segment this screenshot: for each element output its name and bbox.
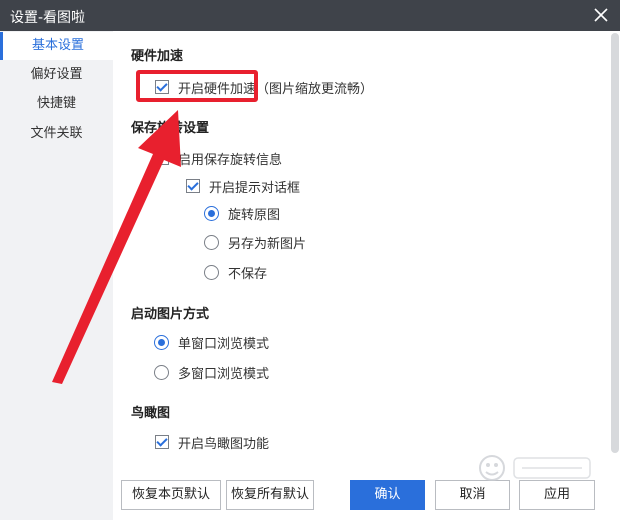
- radio-multi-window[interactable]: 多窗口浏览模式: [154, 363, 270, 382]
- checkbox-box[interactable]: [186, 179, 200, 193]
- section-rotate-title: 保存旋转设置: [131, 121, 210, 136]
- radio-button[interactable]: [204, 234, 219, 250]
- checkbox-box[interactable]: [155, 435, 169, 449]
- restore-page-defaults-button[interactable]: 恢复本页默认: [121, 480, 221, 510]
- radio-button[interactable]: [204, 205, 219, 221]
- title-bar: 设置-看图啦: [0, 0, 620, 31]
- scrollbar[interactable]: [611, 33, 619, 453]
- checkbox-box[interactable]: [155, 80, 169, 94]
- radio-save-new-label: 另存为新图片: [228, 236, 307, 252]
- close-icon[interactable]: [592, 6, 610, 24]
- save-rotate-checkbox[interactable]: 启用保存旋转信息: [155, 149, 283, 168]
- hardware-accel-checkbox[interactable]: 开启硬件加速（图片缩放更流畅）: [155, 78, 374, 97]
- sidebar-item-preference[interactable]: 偏好设置: [0, 61, 113, 89]
- cancel-button[interactable]: 取消: [435, 480, 510, 510]
- radio-rotate-original-label: 旋转原图: [228, 207, 281, 223]
- sidebar: 基本设置 偏好设置 快捷键 文件关联: [0, 31, 113, 520]
- radio-single-window[interactable]: 单窗口浏览模式: [154, 333, 270, 352]
- checkbox-box[interactable]: [155, 151, 169, 165]
- birdview-label: 开启鸟瞰图功能: [178, 436, 270, 452]
- sidebar-item-file-assoc[interactable]: 文件关联: [0, 120, 113, 148]
- confirm-button[interactable]: 确认: [350, 480, 425, 510]
- prompt-dialog-label: 开启提示对话框: [209, 180, 301, 196]
- section-birdview-title: 鸟瞰图: [131, 406, 171, 421]
- section-launch-title: 启动图片方式: [131, 307, 210, 322]
- radio-multi-window-label: 多窗口浏览模式: [178, 366, 270, 382]
- radio-no-save[interactable]: 不保存: [204, 263, 268, 282]
- settings-panel: 硬件加速 开启硬件加速（图片缩放更流畅） 保存旋转设置 启用保存旋转信息 开启提…: [113, 31, 620, 520]
- save-rotate-label: 启用保存旋转信息: [178, 152, 283, 168]
- prompt-dialog-checkbox[interactable]: 开启提示对话框: [186, 177, 301, 196]
- restore-all-defaults-button[interactable]: 恢复所有默认: [226, 480, 314, 510]
- radio-no-save-label: 不保存: [228, 266, 268, 282]
- radio-single-window-label: 单窗口浏览模式: [178, 336, 270, 352]
- radio-button[interactable]: [154, 334, 169, 350]
- birdview-checkbox[interactable]: 开启鸟瞰图功能: [155, 433, 270, 452]
- window-title: 设置-看图啦: [10, 10, 86, 26]
- sidebar-item-shortcuts[interactable]: 快捷键: [0, 90, 113, 118]
- hardware-accel-label: 开启硬件加速（图片缩放更流畅）: [178, 81, 374, 97]
- radio-button[interactable]: [154, 364, 169, 380]
- radio-save-new[interactable]: 另存为新图片: [204, 233, 307, 252]
- radio-rotate-original[interactable]: 旋转原图: [204, 204, 281, 223]
- dialog-footer: 恢复本页默认 恢复所有默认 确认 取消 应用: [113, 467, 620, 520]
- sidebar-item-basic[interactable]: 基本设置: [0, 32, 113, 60]
- section-hardware-title: 硬件加速: [131, 49, 184, 64]
- radio-button[interactable]: [204, 264, 219, 280]
- apply-button[interactable]: 应用: [519, 480, 595, 510]
